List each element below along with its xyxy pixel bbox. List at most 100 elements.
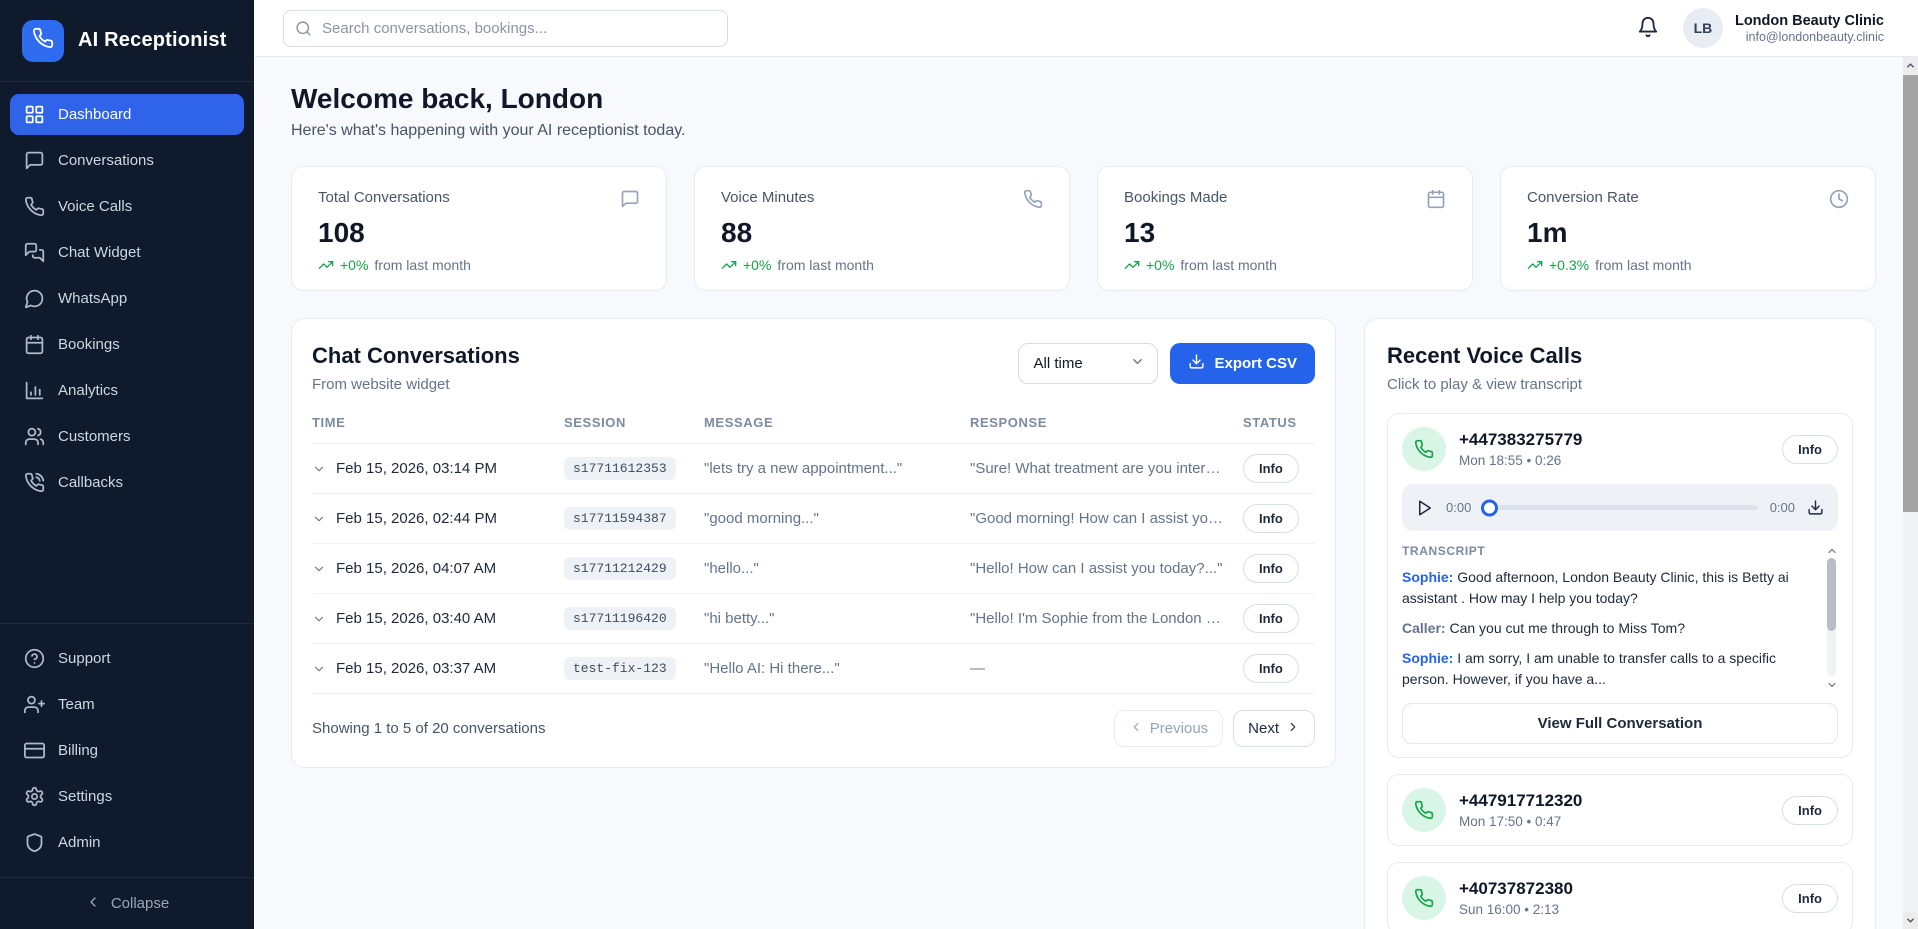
transcript-line: Sophie: Good afternoon, London Beauty Cl… bbox=[1402, 567, 1816, 609]
time-filter-select[interactable]: All time bbox=[1018, 343, 1158, 384]
dashboard-icon bbox=[24, 104, 45, 125]
chevron-down-icon[interactable] bbox=[312, 612, 326, 626]
play-icon[interactable] bbox=[1416, 499, 1434, 517]
session-badge: s17711212429 bbox=[564, 557, 676, 580]
main-area: LB London Beauty Clinic info@londonbeaut… bbox=[254, 0, 1918, 929]
account-menu[interactable]: LB London Beauty Clinic info@londonbeaut… bbox=[1683, 8, 1884, 48]
info-button[interactable]: Info bbox=[1243, 454, 1299, 483]
transcript-section: TRANSCRIPT Sophie: Good afternoon, Londo… bbox=[1402, 544, 1838, 690]
voice-call-card[interactable]: +40737872380 Sun 16:00 • 2:13 Info bbox=[1387, 862, 1853, 929]
row-time: Feb 15, 2026, 02:44 PM bbox=[336, 510, 497, 527]
chevron-down-icon[interactable] bbox=[312, 462, 326, 476]
stat-label: Conversion Rate bbox=[1527, 189, 1639, 206]
column-header-session: SESSION bbox=[564, 415, 704, 430]
table-row[interactable]: Feb 15, 2026, 02:44 PM s17711594387 "goo… bbox=[312, 493, 1315, 543]
search-icon bbox=[295, 20, 312, 37]
view-full-conversation-button[interactable]: View Full Conversation bbox=[1402, 703, 1838, 744]
sidebar-item-voice-calls[interactable]: Voice Calls bbox=[10, 186, 244, 227]
call-meta: Mon 18:55 • 0:26 bbox=[1459, 453, 1769, 468]
column-header-response: RESPONSE bbox=[970, 415, 1243, 430]
stat-label: Total Conversations bbox=[318, 189, 450, 206]
row-time: Feb 15, 2026, 04:07 AM bbox=[336, 560, 496, 577]
chevron-down-icon[interactable] bbox=[312, 512, 326, 526]
sidebar-item-label: Team bbox=[58, 696, 95, 713]
stat-value: 108 bbox=[318, 217, 640, 249]
speaker-name: Caller: bbox=[1402, 620, 1446, 636]
stats-row: Total Conversations 108 +0% from last mo… bbox=[291, 166, 1876, 291]
table-row[interactable]: Feb 15, 2026, 03:14 PM s17711612353 "let… bbox=[312, 443, 1315, 493]
scroll-up-arrow-icon[interactable] bbox=[1903, 57, 1918, 74]
page-title: Welcome back, London bbox=[291, 83, 1876, 115]
scrollbar-track[interactable] bbox=[1903, 74, 1918, 912]
info-button[interactable]: Info bbox=[1243, 604, 1299, 633]
scrollbar-thumb[interactable] bbox=[1903, 75, 1918, 512]
voice-call-card[interactable]: +447917712320 Mon 17:50 • 0:47 Info bbox=[1387, 774, 1853, 846]
sidebar-item-callbacks[interactable]: Callbacks bbox=[10, 462, 244, 503]
info-button[interactable]: Info bbox=[1782, 796, 1838, 825]
sidebar-item-billing[interactable]: Billing bbox=[10, 730, 244, 771]
sidebar-item-label: Conversations bbox=[58, 152, 154, 169]
table-row[interactable]: Feb 15, 2026, 04:07 AM s17711212429 "hel… bbox=[312, 543, 1315, 593]
chevron-down-icon[interactable] bbox=[1826, 678, 1838, 690]
call-number: +40737872380 bbox=[1459, 879, 1769, 899]
phone-callback-icon bbox=[24, 472, 45, 493]
search-input[interactable] bbox=[283, 10, 728, 47]
phone-icon bbox=[1402, 876, 1446, 920]
stat-trend-value: +0% bbox=[743, 257, 771, 273]
phone-icon bbox=[1402, 788, 1446, 832]
stat-label: Voice Minutes bbox=[721, 189, 814, 206]
scroll-down-arrow-icon[interactable] bbox=[1903, 912, 1918, 929]
chat-conversations-panel: Chat Conversations From website widget A… bbox=[291, 318, 1336, 768]
export-csv-button[interactable]: Export CSV bbox=[1170, 343, 1315, 384]
row-message: "Hello AI: Hi there..." bbox=[704, 660, 970, 677]
sidebar-item-analytics[interactable]: Analytics bbox=[10, 370, 244, 411]
table-row[interactable]: Feb 15, 2026, 03:40 AM s17711196420 "hi … bbox=[312, 593, 1315, 643]
row-time: Feb 15, 2026, 03:37 AM bbox=[336, 660, 496, 677]
seek-slider[interactable] bbox=[1483, 505, 1757, 510]
sidebar-item-admin[interactable]: Admin bbox=[10, 822, 244, 863]
chevron-down-icon[interactable] bbox=[312, 662, 326, 676]
sidebar-item-customers[interactable]: Customers bbox=[10, 416, 244, 457]
voice-call-card-expanded[interactable]: +447383275779 Mon 18:55 • 0:26 Info 0:00… bbox=[1387, 413, 1853, 758]
next-page-button[interactable]: Next bbox=[1233, 710, 1315, 747]
phone-icon bbox=[24, 196, 45, 217]
chevron-down-icon[interactable] bbox=[312, 562, 326, 576]
sidebar-item-settings[interactable]: Settings bbox=[10, 776, 244, 817]
stat-card-conversion-rate: Conversion Rate 1m +0.3% from last month bbox=[1500, 166, 1876, 291]
sidebar-item-label: Callbacks bbox=[58, 474, 123, 491]
info-button[interactable]: Info bbox=[1243, 504, 1299, 533]
conversations-table: TIME SESSION MESSAGE RESPONSE STATUS Feb… bbox=[312, 415, 1315, 693]
info-button[interactable]: Info bbox=[1243, 654, 1299, 683]
scrollbar-thumb[interactable] bbox=[1827, 558, 1836, 631]
chevron-left-icon bbox=[85, 894, 101, 914]
phone-icon bbox=[1402, 427, 1446, 471]
table-row[interactable]: Feb 15, 2026, 03:37 AM test-fix-123 "Hel… bbox=[312, 643, 1315, 693]
sidebar-item-conversations[interactable]: Conversations bbox=[10, 140, 244, 181]
sidebar-item-bookings[interactable]: Bookings bbox=[10, 324, 244, 365]
sidebar-item-label: Settings bbox=[58, 788, 112, 805]
sidebar-item-label: Bookings bbox=[58, 336, 120, 353]
app-logo: AI Receptionist bbox=[0, 0, 254, 82]
transcript-line: Caller: Can you cut me through to Miss T… bbox=[1402, 618, 1816, 639]
pagination-summary: Showing 1 to 5 of 20 conversations bbox=[312, 720, 545, 737]
info-button[interactable]: Info bbox=[1243, 554, 1299, 583]
page-scrollbar[interactable] bbox=[1903, 57, 1918, 929]
column-header-status: STATUS bbox=[1243, 415, 1315, 430]
chevron-up-icon[interactable] bbox=[1826, 544, 1838, 556]
info-button[interactable]: Info bbox=[1782, 884, 1838, 913]
account-name: London Beauty Clinic bbox=[1735, 13, 1884, 29]
transcript-scrollbar[interactable] bbox=[1825, 544, 1838, 690]
sidebar-item-team[interactable]: Team bbox=[10, 684, 244, 725]
sidebar-item-whatsapp[interactable]: WhatsApp bbox=[10, 278, 244, 319]
sidebar-spacer bbox=[0, 503, 254, 623]
sidebar-item-chat-widget[interactable]: Chat Widget bbox=[10, 232, 244, 273]
download-icon[interactable] bbox=[1807, 499, 1824, 516]
previous-page-button[interactable]: Previous bbox=[1114, 710, 1223, 747]
info-button[interactable]: Info bbox=[1782, 435, 1838, 464]
bell-icon[interactable] bbox=[1637, 16, 1661, 40]
sidebar-collapse-button[interactable]: Collapse bbox=[0, 877, 254, 929]
column-header-time: TIME bbox=[312, 415, 564, 430]
sidebar-item-dashboard[interactable]: Dashboard bbox=[10, 94, 244, 135]
sidebar-item-support[interactable]: Support bbox=[10, 638, 244, 679]
slider-thumb[interactable] bbox=[1481, 499, 1498, 516]
